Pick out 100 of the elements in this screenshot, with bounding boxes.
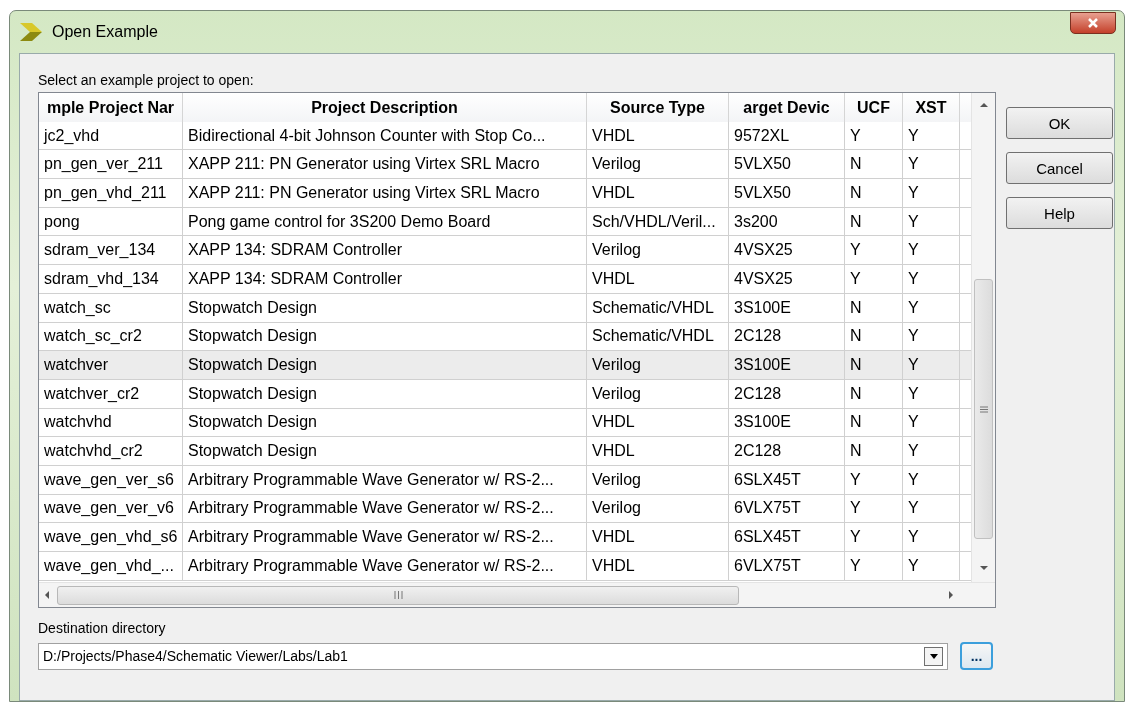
table-cell[interactable]: VHDL bbox=[587, 179, 729, 208]
table-cell[interactable]: Y bbox=[903, 494, 960, 524]
table-cell[interactable]: Y bbox=[845, 523, 903, 552]
table-cell[interactable]: N bbox=[845, 293, 903, 323]
table-cell[interactable]: Y bbox=[903, 265, 960, 294]
table-cell[interactable]: 6VLX75T bbox=[729, 552, 845, 581]
vertical-scrollbar[interactable] bbox=[971, 93, 995, 582]
table-cell[interactable]: pn_gen_vhd_211 bbox=[39, 179, 183, 208]
destination-field[interactable]: D:/Projects/Phase4/Schematic Viewer/Labs/Lab1 bbox=[38, 642, 948, 670]
table-cell[interactable]: 2C128 bbox=[729, 379, 845, 409]
table-cell[interactable]: N bbox=[845, 322, 903, 352]
table-cell[interactable]: Stopwatch Design bbox=[183, 351, 587, 380]
dialog-button[interactable]: Help bbox=[1006, 197, 1113, 229]
table-cell[interactable] bbox=[960, 121, 972, 151]
table-cell[interactable]: wave_gen_vhd_... bbox=[39, 552, 183, 581]
table-cell[interactable]: N bbox=[845, 437, 903, 466]
table-cell[interactable]: 3S100E bbox=[729, 293, 845, 323]
table-cell[interactable]: Y bbox=[903, 351, 960, 380]
table-cell[interactable]: Arbitrary Programmable Wave Generator w/ RS-2... bbox=[183, 523, 587, 552]
table-cell[interactable]: Y bbox=[845, 465, 903, 495]
table-cell[interactable]: Verilog bbox=[587, 465, 729, 495]
table-cell[interactable]: Arbitrary Programmable Wave Generator w/ RS-2... bbox=[183, 494, 587, 524]
table-cell[interactable]: Verilog bbox=[587, 351, 729, 380]
table-cell[interactable]: Y bbox=[903, 322, 960, 352]
table-cell[interactable]: Sch/VHDL/Veril... bbox=[587, 207, 729, 237]
table-cell[interactable]: VHDL bbox=[587, 552, 729, 581]
table-cell[interactable]: XAPP 134: SDRAM Controller bbox=[183, 265, 587, 294]
table-cell[interactable]: Stopwatch Design bbox=[183, 379, 587, 409]
table-cell[interactable]: Bidirectional 4-bit Johnson Counter with Stop Co... bbox=[183, 121, 587, 151]
column-header[interactable]: XST bbox=[903, 93, 960, 124]
table-cell[interactable]: 5VLX50 bbox=[729, 179, 845, 208]
table-cell[interactable]: sdram_ver_134 bbox=[39, 236, 183, 266]
table-cell[interactable]: N bbox=[845, 351, 903, 380]
scroll-up-icon[interactable] bbox=[979, 101, 988, 109]
table-cell[interactable]: pong bbox=[39, 207, 183, 237]
table-cell[interactable]: 6SLX45T bbox=[729, 465, 845, 495]
table-cell[interactable]: N bbox=[845, 379, 903, 409]
scroll-down-icon[interactable] bbox=[979, 564, 988, 572]
table-cell[interactable]: Verilog bbox=[587, 379, 729, 409]
table-cell[interactable]: Verilog bbox=[587, 236, 729, 266]
table-cell[interactable]: Y bbox=[903, 207, 960, 237]
table-cell[interactable]: Y bbox=[903, 552, 960, 581]
table-cell[interactable]: N bbox=[845, 179, 903, 208]
table-cell[interactable]: pn_gen_ver_211 bbox=[39, 150, 183, 180]
table-cell[interactable]: watchvhd_cr2 bbox=[39, 437, 183, 466]
close-button[interactable] bbox=[1070, 12, 1116, 34]
table-cell[interactable]: sdram_vhd_134 bbox=[39, 265, 183, 294]
table-cell[interactable] bbox=[960, 351, 972, 380]
table-cell[interactable]: 6SLX45T bbox=[729, 523, 845, 552]
table-cell[interactable]: Y bbox=[845, 494, 903, 524]
table-cell[interactable]: wave_gen_ver_s6 bbox=[39, 465, 183, 495]
dialog-button[interactable]: OK bbox=[1006, 107, 1113, 139]
table-cell[interactable]: VHDL bbox=[587, 408, 729, 438]
table-cell[interactable]: VHDL bbox=[587, 523, 729, 552]
table-cell[interactable]: watchvhd bbox=[39, 408, 183, 438]
table-cell[interactable]: Stopwatch Design bbox=[183, 322, 587, 352]
table-cell[interactable]: Y bbox=[903, 150, 960, 180]
table-cell[interactable]: Arbitrary Programmable Wave Generator w/ RS-2... bbox=[183, 465, 587, 495]
table-cell[interactable]: 3S100E bbox=[729, 408, 845, 438]
table-cell[interactable]: Y bbox=[903, 179, 960, 208]
table-cell[interactable]: VHDL bbox=[587, 437, 729, 466]
table-cell[interactable]: Y bbox=[903, 465, 960, 495]
table-cell[interactable]: Schematic/VHDL bbox=[587, 293, 729, 323]
table-cell[interactable]: Y bbox=[845, 265, 903, 294]
table-cell[interactable]: 3S100E bbox=[729, 351, 845, 380]
table-cell[interactable]: Y bbox=[845, 121, 903, 151]
table-cell[interactable]: 5VLX50 bbox=[729, 150, 845, 180]
table-cell[interactable]: Arbitrary Programmable Wave Generator w/ RS-2... bbox=[183, 552, 587, 581]
table-cell[interactable]: 3s200 bbox=[729, 207, 845, 237]
table-cell[interactable]: Schematic/VHDL bbox=[587, 322, 729, 352]
table-cell[interactable]: Verilog bbox=[587, 150, 729, 180]
table-cell[interactable]: N bbox=[845, 207, 903, 237]
table-cell[interactable]: Y bbox=[903, 293, 960, 323]
dialog-button[interactable]: Cancel bbox=[1006, 152, 1113, 184]
table-cell[interactable]: Verilog bbox=[587, 494, 729, 524]
table-cell[interactable]: Y bbox=[903, 121, 960, 151]
table-cell[interactable]: Stopwatch Design bbox=[183, 437, 587, 466]
table-cell[interactable]: VHDL bbox=[587, 121, 729, 151]
table-cell[interactable]: Stopwatch Design bbox=[183, 408, 587, 438]
table-cell[interactable]: XAPP 134: SDRAM Controller bbox=[183, 236, 587, 266]
browse-button[interactable]: ... bbox=[960, 642, 993, 670]
table-cell[interactable]: 6VLX75T bbox=[729, 494, 845, 524]
table-cell[interactable]: 4VSX25 bbox=[729, 265, 845, 294]
column-header[interactable]: Project Description bbox=[183, 93, 587, 124]
table-cell[interactable]: Y bbox=[903, 523, 960, 552]
horizontal-scrollbar[interactable] bbox=[39, 582, 995, 607]
table-cell[interactable]: watchver_cr2 bbox=[39, 379, 183, 409]
column-header[interactable]: Source Type bbox=[587, 93, 729, 124]
table-cell[interactable]: watchver bbox=[39, 351, 183, 380]
column-header[interactable]: UCF bbox=[845, 93, 903, 124]
table-cell[interactable]: watch_sc bbox=[39, 293, 183, 323]
column-header[interactable]: arget Devic bbox=[729, 93, 845, 124]
table-cell[interactable]: Y bbox=[903, 236, 960, 266]
scroll-right-icon[interactable] bbox=[947, 591, 955, 599]
column-header[interactable]: mple Project Nar bbox=[39, 93, 183, 124]
table-cell[interactable]: Pong game control for 3S200 Demo Board bbox=[183, 207, 587, 237]
scroll-left-icon[interactable] bbox=[43, 591, 51, 599]
table-cell[interactable]: 9572XL bbox=[729, 121, 845, 151]
table-cell[interactable]: VHDL bbox=[587, 265, 729, 294]
table-cell[interactable]: XAPP 211: PN Generator using Virtex SRL Macro bbox=[183, 150, 587, 180]
